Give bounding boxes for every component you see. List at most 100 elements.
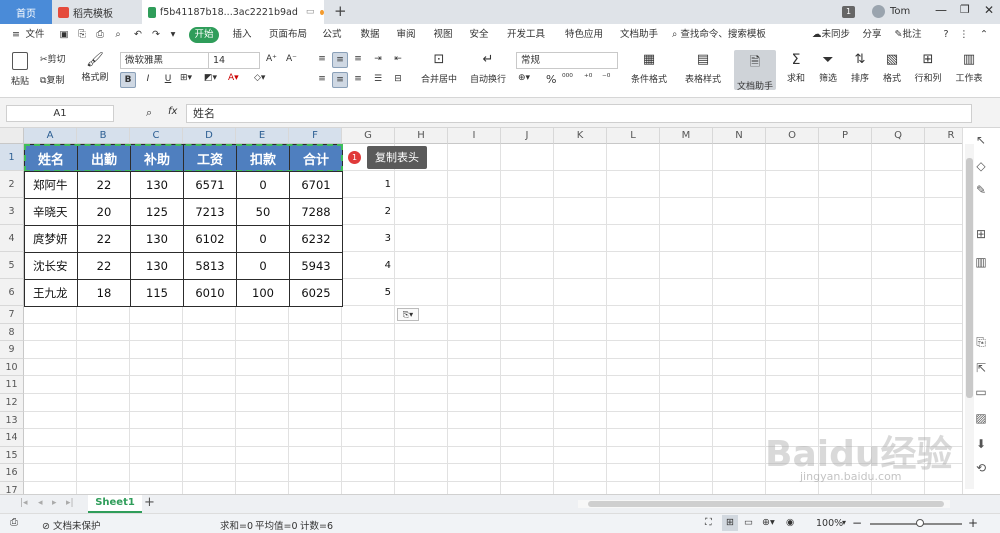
align-right-icon[interactable]: ≡ bbox=[350, 72, 366, 88]
row-header-8[interactable]: 8 bbox=[0, 323, 24, 342]
table-style-button[interactable]: ▤ 表格样式 bbox=[678, 52, 728, 85]
style-icon[interactable]: ✎ bbox=[973, 182, 989, 198]
column-header-c[interactable]: C bbox=[130, 128, 183, 144]
table-cell[interactable]: 5943 bbox=[289, 252, 343, 280]
table-cell[interactable]: 0 bbox=[236, 171, 290, 199]
row-header-2[interactable]: 2 bbox=[0, 171, 24, 198]
merge-center-button[interactable]: ⊡ 合并居中 bbox=[414, 52, 464, 85]
decimal-inc-icon[interactable]: ⁺⁰ bbox=[584, 73, 592, 83]
table-header-cell[interactable]: 姓名 bbox=[24, 144, 78, 172]
zoom-level[interactable]: 100% bbox=[816, 518, 843, 529]
font-size-select[interactable]: 14 bbox=[208, 52, 260, 69]
column-header-g[interactable]: G bbox=[342, 128, 395, 144]
table-cell[interactable]: 22 bbox=[77, 171, 131, 199]
menu-view[interactable]: 视图 bbox=[429, 24, 457, 46]
zoom-icon[interactable]: ⌕ bbox=[146, 106, 152, 120]
share-button[interactable]: 分享 bbox=[860, 24, 884, 46]
table-cell[interactable]: 22 bbox=[77, 252, 131, 280]
align-left-icon[interactable]: ≡ bbox=[314, 72, 330, 88]
new-tab-button[interactable]: + bbox=[334, 2, 347, 20]
shapes-icon[interactable]: ◇ bbox=[973, 158, 989, 174]
table-cell[interactable]: 6010 bbox=[183, 279, 237, 307]
table-cell[interactable]: 庹梦妍 bbox=[24, 225, 78, 253]
cursor-icon[interactable]: ↖ bbox=[973, 132, 989, 148]
g-column-number[interactable]: 4 bbox=[375, 260, 391, 271]
tab-templates[interactable]: 稻壳模板 bbox=[52, 0, 140, 24]
row-header-7[interactable]: 7 bbox=[0, 306, 24, 324]
tab-home[interactable]: 首页 bbox=[0, 0, 52, 24]
menu-start[interactable]: 开始 bbox=[189, 27, 219, 43]
column-header-p[interactable]: P bbox=[819, 128, 872, 144]
zoom-slider-handle[interactable] bbox=[916, 519, 924, 527]
formula-input[interactable]: 姓名 bbox=[186, 104, 972, 123]
copy-button[interactable]: ⧉复制 bbox=[40, 73, 76, 86]
column-header-a[interactable]: A bbox=[24, 128, 77, 144]
help-icon[interactable]: ? bbox=[940, 24, 952, 46]
zoom-dropdown-icon[interactable]: ▾ bbox=[842, 518, 846, 527]
vertical-scrollbar[interactable] bbox=[965, 144, 974, 489]
font-color-icon[interactable]: A▾ bbox=[228, 73, 239, 83]
table-cell[interactable]: 20 bbox=[77, 198, 131, 226]
indent-icon[interactable]: ⇥ bbox=[370, 52, 386, 68]
thousands-icon[interactable]: ⁰⁰⁰ bbox=[562, 73, 573, 83]
font-shrink-icon[interactable]: A⁻ bbox=[286, 54, 297, 64]
column-header-n[interactable]: N bbox=[713, 128, 766, 144]
row-header-4[interactable]: 4 bbox=[0, 225, 24, 252]
table-cell[interactable]: 115 bbox=[130, 279, 184, 307]
protection-status[interactable]: ⊘ 文档未保护 bbox=[42, 518, 101, 532]
table-cell[interactable]: 100 bbox=[236, 279, 290, 307]
table-cell[interactable]: 辛晓天 bbox=[24, 198, 78, 226]
first-sheet-icon[interactable]: |◂ bbox=[20, 498, 28, 508]
underline-button[interactable]: U bbox=[160, 72, 176, 88]
g-column-number[interactable]: 5 bbox=[375, 287, 391, 298]
column-header-o[interactable]: O bbox=[766, 128, 819, 144]
save-icon[interactable]: ▣ bbox=[58, 24, 70, 46]
table-cell[interactable]: 50 bbox=[236, 198, 290, 226]
row-col-button[interactable]: ⊞ 行和列 bbox=[910, 52, 946, 84]
export-icon[interactable]: ⎘ bbox=[76, 24, 88, 46]
backup-icon[interactable]: ⎘ bbox=[973, 334, 989, 350]
last-sheet-icon[interactable]: ▸| bbox=[66, 498, 74, 508]
fullscreen-icon[interactable]: ⛶ bbox=[705, 517, 712, 528]
table-cell[interactable]: 5813 bbox=[183, 252, 237, 280]
table-cell[interactable]: 郑阿牛 bbox=[24, 171, 78, 199]
table-cell[interactable]: 沈长安 bbox=[24, 252, 78, 280]
sum-button[interactable]: Σ 求和 bbox=[782, 52, 810, 84]
print-preview-icon[interactable]: ⌕ bbox=[112, 24, 124, 46]
row-header-9[interactable]: 9 bbox=[0, 341, 24, 359]
row-header-14[interactable]: 14 bbox=[0, 429, 24, 447]
column-header-e[interactable]: E bbox=[236, 128, 289, 144]
select-all-corner[interactable] bbox=[0, 128, 24, 144]
command-search[interactable]: ⌕ 查找命令、搜索模板 bbox=[672, 24, 784, 46]
row-header-6[interactable]: 6 bbox=[0, 279, 24, 306]
table-cell[interactable]: 6701 bbox=[289, 171, 343, 199]
table-header-cell[interactable]: 扣款 bbox=[236, 144, 290, 172]
g-column-number[interactable]: 3 bbox=[375, 233, 391, 244]
menu-formula[interactable]: 公式 bbox=[318, 24, 346, 46]
print-icon[interactable]: ⎙ bbox=[94, 24, 106, 46]
redo-icon[interactable]: ↷ bbox=[150, 24, 162, 46]
paste-options-icon[interactable]: ⎘▾ bbox=[397, 308, 419, 321]
collapse-ribbon-icon[interactable]: ⌃ bbox=[978, 24, 990, 46]
menu-insert[interactable]: 插入 bbox=[228, 24, 256, 46]
box-icon[interactable]: ▭ bbox=[973, 384, 989, 400]
table-cell[interactable]: 6025 bbox=[289, 279, 343, 307]
table-cell[interactable]: 130 bbox=[130, 252, 184, 280]
bold-button[interactable]: B bbox=[120, 72, 136, 88]
page-break-view-icon[interactable]: ⊕▾ bbox=[762, 517, 775, 528]
auto-wrap-button[interactable]: ↵ 自动换行 bbox=[468, 52, 508, 85]
percent-button[interactable]: % bbox=[546, 73, 556, 86]
row-header-5[interactable]: 5 bbox=[0, 252, 24, 279]
align-top-icon[interactable]: ≡ bbox=[314, 52, 330, 68]
align-bottom-icon[interactable]: ≡ bbox=[350, 52, 366, 68]
column-header-b[interactable]: B bbox=[77, 128, 130, 144]
justify-icon[interactable]: ☰ bbox=[370, 72, 386, 88]
cut-button[interactable]: ✂剪切 bbox=[40, 52, 76, 65]
customize-icon[interactable]: ▾ bbox=[168, 24, 178, 46]
tab-spreadsheet-file[interactable]: f5b41187b18...3ac2221b9ad ▭ bbox=[142, 0, 324, 24]
minimize-button[interactable]: — bbox=[935, 3, 947, 17]
worksheet-button[interactable]: ▥ 工作表 bbox=[952, 52, 986, 84]
add-sheet-button[interactable]: + bbox=[144, 495, 155, 510]
table-cell[interactable]: 王九龙 bbox=[24, 279, 78, 307]
normal-view-icon[interactable]: ⊞ bbox=[722, 515, 738, 531]
